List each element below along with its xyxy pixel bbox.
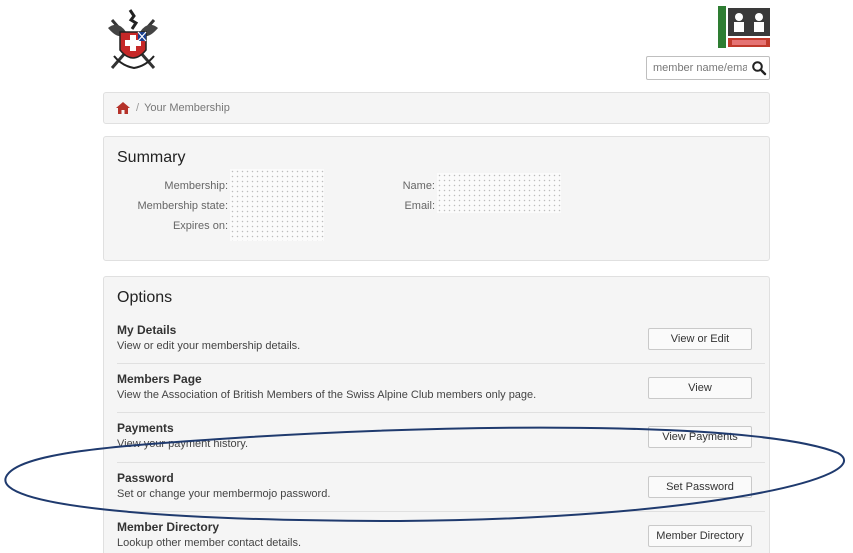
summary-panel: Summary Membership: Membership state: Ex… bbox=[103, 136, 770, 261]
member-search-input[interactable] bbox=[647, 57, 751, 79]
home-icon[interactable] bbox=[116, 102, 130, 114]
view-payments-button[interactable]: View Payments bbox=[648, 426, 752, 448]
member-search-box[interactable] bbox=[646, 56, 770, 80]
membership-label: Membership: bbox=[164, 180, 228, 192]
option-description: View the Association of British Members … bbox=[117, 389, 537, 401]
option-title: Password bbox=[117, 471, 174, 485]
option-my-details: My Details View or edit your membership … bbox=[117, 317, 758, 367]
option-title: Members Page bbox=[117, 372, 202, 386]
divider bbox=[117, 511, 765, 512]
membermojo-logo-icon bbox=[718, 6, 770, 48]
breadcrumb-current: Your Membership bbox=[144, 102, 230, 114]
swiss-alpine-club-crest-icon bbox=[108, 9, 158, 70]
set-password-button[interactable]: Set Password bbox=[648, 476, 752, 498]
divider bbox=[117, 412, 765, 413]
options-panel: Options My Details View or edit your mem… bbox=[103, 276, 770, 553]
option-members-page: Members Page View the Association of Bri… bbox=[117, 366, 758, 416]
name-label: Name: bbox=[402, 180, 435, 192]
search-icon[interactable] bbox=[751, 60, 767, 76]
view-members-page-button[interactable]: View bbox=[648, 377, 752, 399]
options-title: Options bbox=[117, 289, 173, 306]
option-description: Lookup other member contact details. bbox=[117, 537, 302, 549]
divider bbox=[117, 462, 765, 463]
option-title: Payments bbox=[117, 421, 174, 435]
membermojo-logo bbox=[718, 6, 772, 48]
option-description: View your payment history. bbox=[117, 438, 249, 450]
redacted-membership-values bbox=[230, 169, 324, 241]
option-password: Password Set or change your membermojo p… bbox=[117, 465, 758, 515]
option-title: My Details bbox=[117, 323, 177, 337]
option-payments: Payments View your payment history. View… bbox=[117, 415, 758, 465]
option-member-directory: Member Directory Lookup other member con… bbox=[117, 514, 758, 553]
breadcrumb-separator: / bbox=[136, 102, 140, 114]
email-label: Email: bbox=[404, 200, 435, 212]
breadcrumb: / Your Membership bbox=[103, 92, 770, 124]
redacted-contact-values bbox=[437, 173, 561, 213]
option-title: Member Directory bbox=[117, 520, 220, 534]
club-crest-logo bbox=[104, 8, 162, 74]
option-description: View or edit your membership details. bbox=[117, 340, 301, 352]
membership-state-label: Membership state: bbox=[137, 200, 228, 212]
expires-on-label: Expires on: bbox=[172, 220, 228, 232]
view-or-edit-button[interactable]: View or Edit bbox=[648, 328, 752, 350]
member-directory-button[interactable]: Member Directory bbox=[648, 525, 752, 547]
option-description: Set or change your membermojo password. bbox=[117, 488, 331, 500]
summary-title: Summary bbox=[117, 149, 186, 166]
divider bbox=[117, 363, 765, 364]
